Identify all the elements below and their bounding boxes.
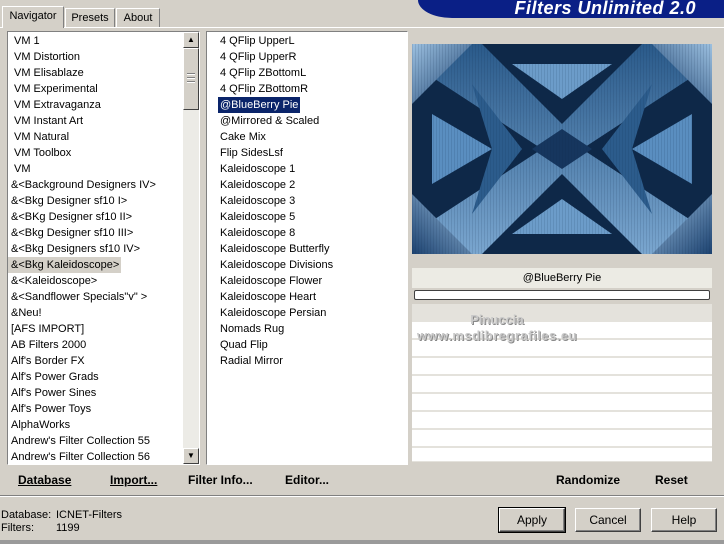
progress-bar (414, 290, 710, 300)
parameter-row (412, 322, 712, 339)
filter-item[interactable]: Kaleidoscope 8 (218, 225, 297, 241)
parameter-row (412, 412, 712, 429)
cancel-button[interactable]: Cancel (575, 508, 641, 532)
filter-item[interactable]: 4 QFlip UpperR (218, 49, 298, 65)
category-item[interactable]: &<Bkg Designers sf10 IV> (8, 241, 142, 257)
category-item[interactable]: &<Sandflower Specials"v" > (8, 289, 149, 305)
filter-list[interactable]: 4 QFlip UpperL 4 QFlip UpperR 4 QFlip ZBot… (206, 31, 408, 465)
filter-item[interactable]: @BlueBerry Pie (218, 97, 301, 113)
filter-item[interactable]: Kaleidoscope Persian (218, 305, 328, 321)
category-item[interactable]: VM (8, 161, 33, 177)
filter-item[interactable]: @Mirrored & Scaled (218, 113, 321, 129)
thumb-grip (187, 73, 195, 75)
thumb-grip (187, 81, 195, 83)
category-item[interactable]: &<Bkg Designer sf10 III> (8, 225, 135, 241)
parameter-row (412, 394, 712, 411)
filter-item[interactable]: 4 QFlip ZBottomR (218, 81, 310, 97)
category-item[interactable]: Andrew's Filter Collection 56 (8, 449, 152, 464)
window-bottom-edge (0, 540, 724, 544)
category-item[interactable]: VM Toolbox (8, 145, 73, 161)
filter-item[interactable]: Kaleidoscope Divisions (218, 257, 335, 273)
app-title: Filters Unlimited 2.0 (514, 0, 696, 18)
filter-item[interactable]: Kaleidoscope 5 (218, 209, 297, 225)
database-label: Database: (1, 509, 52, 521)
thumb-grip (187, 77, 195, 79)
separator (0, 495, 724, 497)
category-item[interactable]: Alf's Power Sines (8, 385, 98, 401)
category-item[interactable]: VM Extravaganza (8, 97, 103, 113)
filters-count-value: 1199 (56, 522, 80, 534)
category-item[interactable]: &<Bkg Designer sf10 I> (8, 193, 129, 209)
filters-count-label: Filters: (1, 522, 34, 534)
tab-navigator[interactable]: Navigator (2, 6, 64, 28)
database-button[interactable]: Database (18, 473, 71, 487)
filter-item[interactable]: Kaleidoscope 3 (218, 193, 297, 209)
category-item[interactable]: VM Experimental (8, 81, 100, 97)
category-item[interactable]: AB Filters 2000 (8, 337, 88, 353)
filter-item[interactable]: 4 QFlip UpperL (218, 33, 297, 49)
scroll-up-button[interactable]: ▲ (183, 32, 199, 48)
parameter-row (412, 448, 712, 462)
category-item[interactable]: &<Background Designers IV> (8, 177, 158, 193)
category-item[interactable]: Alf's Power Toys (8, 401, 93, 417)
category-item[interactable]: VM Natural (8, 129, 71, 145)
filter-item[interactable]: Flip SidesLsf (218, 145, 285, 161)
category-item[interactable]: &<Kaleidoscope> (8, 273, 99, 289)
category-item[interactable]: &<Bkg Kaleidoscope> (8, 257, 122, 273)
category-item[interactable]: Alf's Power Grads (8, 369, 101, 385)
app-title-banner: Filters Unlimited 2.0 (418, 0, 724, 18)
parameter-area (412, 304, 712, 462)
category-item[interactable]: AlphaWorks (8, 417, 72, 433)
filter-item[interactable]: Kaleidoscope Heart (218, 289, 318, 305)
selected-filter-name: @BlueBerry Pie (412, 268, 712, 288)
import-button[interactable]: Import... (110, 473, 157, 487)
preview-pattern (412, 44, 712, 254)
category-item[interactable]: VM Instant Art (8, 113, 85, 129)
category-item[interactable]: VM 1 (8, 33, 42, 49)
filter-item[interactable]: Kaleidoscope Flower (218, 273, 324, 289)
category-item[interactable]: VM Elisablaze (8, 65, 86, 81)
filter-item[interactable]: Kaleidoscope 2 (218, 177, 297, 193)
database-value: ICNET-Filters (56, 509, 122, 521)
scroll-thumb[interactable] (183, 48, 199, 110)
category-item[interactable]: VM Distortion (8, 49, 82, 65)
tab-about[interactable]: About (116, 8, 160, 27)
reset-button[interactable]: Reset (655, 473, 688, 487)
filter-item[interactable]: Kaleidoscope 1 (218, 161, 297, 177)
filter-item[interactable]: Radial Mirror (218, 353, 285, 369)
preview-image (412, 44, 712, 254)
category-scrollbar[interactable]: ▲ ▼ (183, 32, 199, 464)
category-item[interactable]: [AFS IMPORT] (8, 321, 86, 337)
filter-item[interactable]: Quad Flip (218, 337, 270, 353)
parameter-row (412, 340, 712, 357)
arrow-down-icon: ▼ (187, 451, 195, 460)
parameter-row (412, 358, 712, 375)
tab-divider (0, 27, 724, 28)
editor-button[interactable]: Editor... (285, 473, 329, 487)
category-item[interactable]: Andrew's Filter Collection 55 (8, 433, 152, 449)
category-item[interactable]: Alf's Border FX (8, 353, 87, 369)
filter-item[interactable]: Nomads Rug (218, 321, 286, 337)
randomize-button[interactable]: Randomize (556, 473, 620, 487)
parameter-row (412, 430, 712, 447)
tab-presets[interactable]: Presets (65, 8, 115, 27)
category-item[interactable]: &Neu! (8, 305, 44, 321)
category-item[interactable]: &<BKg Designer sf10 II> (8, 209, 134, 225)
scroll-down-button[interactable]: ▼ (183, 448, 199, 464)
filter-info-button[interactable]: Filter Info... (188, 473, 253, 487)
apply-button[interactable]: Apply (498, 507, 566, 533)
parameter-row (412, 376, 712, 393)
filter-item[interactable]: Kaleidoscope Butterfly (218, 241, 331, 257)
filter-item[interactable]: 4 QFlip ZBottomL (218, 65, 308, 81)
filter-item[interactable]: Cake Mix (218, 129, 268, 145)
help-button[interactable]: Help (651, 508, 717, 532)
arrow-up-icon: ▲ (187, 35, 195, 44)
category-list[interactable]: VM 1 VM Distortion VM Elisablaze VM Experim… (7, 31, 200, 465)
